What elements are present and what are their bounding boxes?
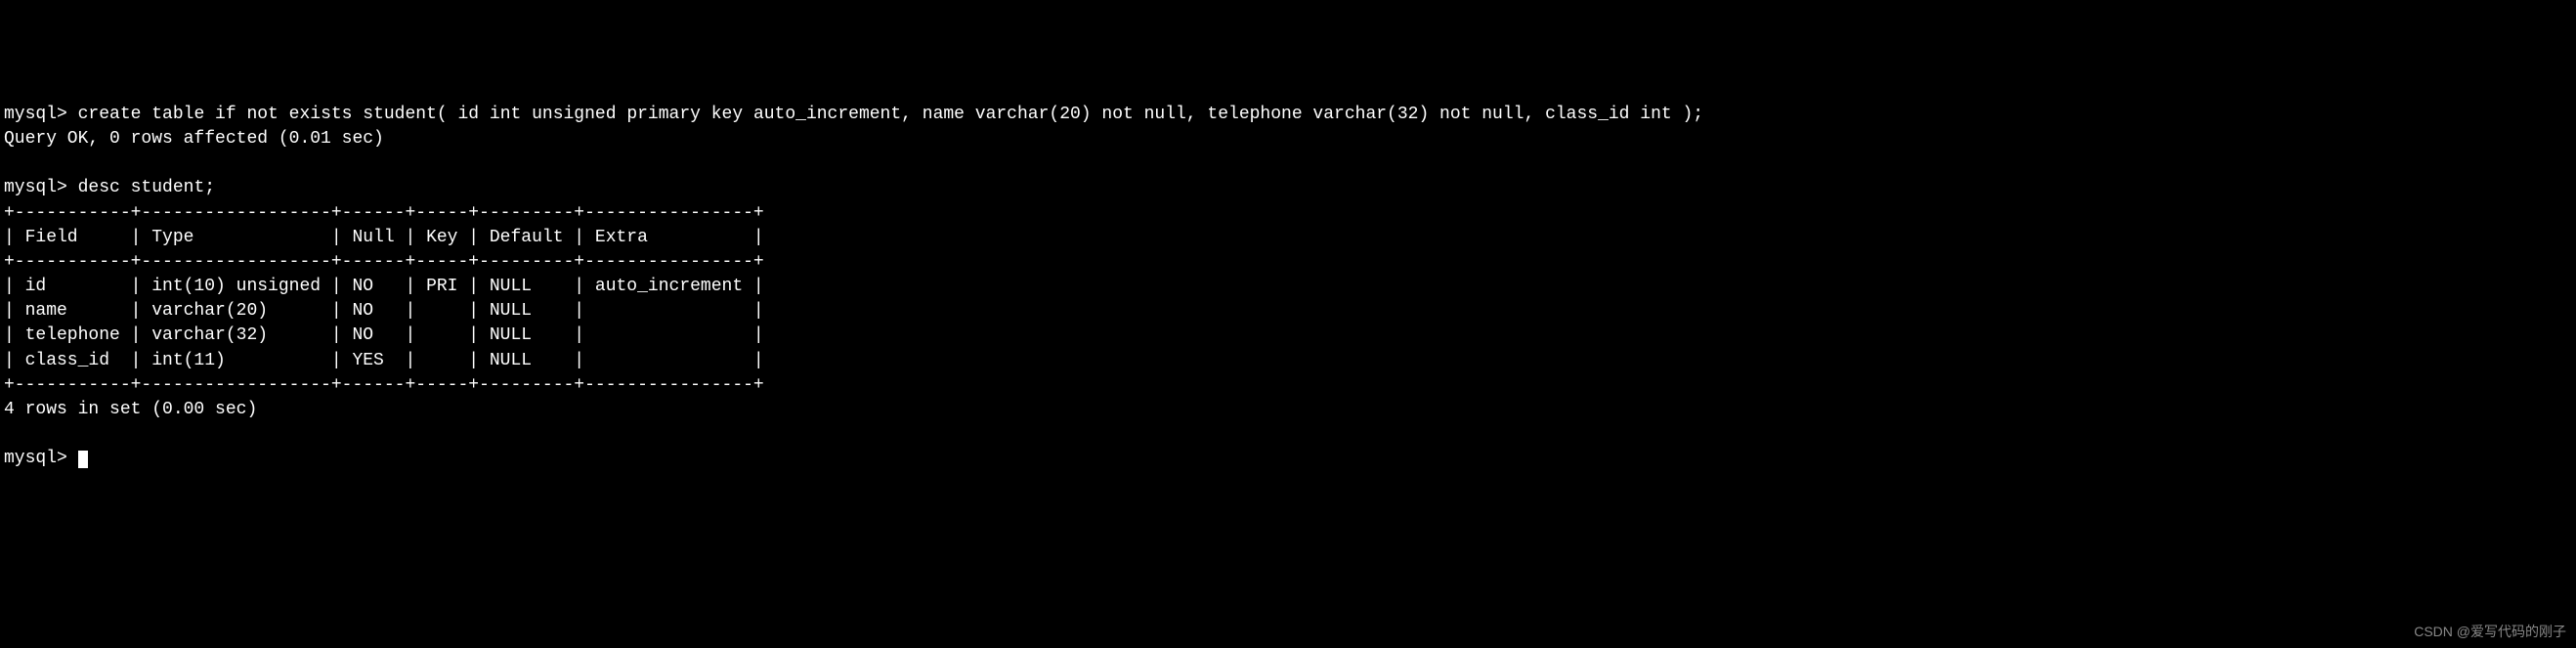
table-border: +-----------+------------------+------+-… xyxy=(4,375,764,395)
mysql-prompt: mysql> xyxy=(4,449,67,468)
desc-command: desc student; xyxy=(78,178,215,197)
table-row: | name | varchar(20) | NO | | NULL | | xyxy=(4,301,764,321)
table-row: | telephone | varchar(32) | NO | | NULL … xyxy=(4,325,764,345)
watermark-text: CSDN @爱写代码的刚子 xyxy=(2414,623,2566,642)
cursor-icon[interactable] xyxy=(78,451,88,468)
create-table-command: create table if not exists student( id i… xyxy=(78,105,1703,124)
create-table-result: Query OK, 0 rows affected (0.01 sec) xyxy=(4,129,384,149)
mysql-prompt: mysql> xyxy=(4,105,67,124)
table-row: | class_id | int(11) | YES | | NULL | | xyxy=(4,351,764,370)
table-header: | Field | Type | Null | Key | Default | … xyxy=(4,228,764,247)
table-row: | id | int(10) unsigned | NO | PRI | NUL… xyxy=(4,277,764,296)
mysql-prompt: mysql> xyxy=(4,178,67,197)
table-border: +-----------+------------------+------+-… xyxy=(4,203,764,223)
rows-in-set-result: 4 rows in set (0.00 sec) xyxy=(4,400,257,419)
table-border: +-----------+------------------+------+-… xyxy=(4,252,764,272)
terminal-output[interactable]: mysql> create table if not exists studen… xyxy=(4,103,2572,472)
